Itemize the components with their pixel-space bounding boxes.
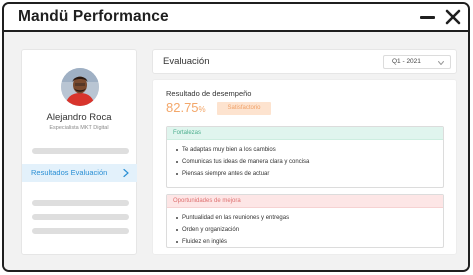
strengths-list: Te adaptas muy bien a los cambios Comuni… xyxy=(167,140,443,180)
score-value: 82.75% xyxy=(166,100,206,115)
opportunities-box: Oportunidades de mejora Puntualidad en l… xyxy=(166,194,444,248)
strengths-title: Fortalezas xyxy=(167,127,443,140)
title-bar: Mandü Performance xyxy=(4,4,468,32)
list-item: Comunicas tus ideas de manera clara y co… xyxy=(176,156,443,168)
app-title: Mandü Performance xyxy=(18,8,169,25)
sidebar-item-label: Resultados Evaluación xyxy=(31,168,108,177)
period-select[interactable]: Q1 - 2021 xyxy=(383,55,451,69)
sidebar: Alejandro Roca Especialista MKT Digital … xyxy=(21,49,137,255)
list-item: Te adaptas muy bien a los cambios xyxy=(176,144,443,156)
score-unit: % xyxy=(198,105,206,114)
score-number: 82.75 xyxy=(166,100,199,115)
skeleton-nav-item xyxy=(32,200,129,206)
evaluation-card: Resultado de desempeño 82.75% Satisfacto… xyxy=(152,79,457,255)
list-item: Orden y organización xyxy=(176,224,443,236)
strengths-box: Fortalezas Te adaptas muy bien a los cam… xyxy=(166,126,444,188)
opportunities-list: Puntualidad en las reuniones y entregas … xyxy=(167,208,443,248)
minimize-button[interactable] xyxy=(420,15,436,20)
app-window: Mandü Performance Alejandro Roca Especia… xyxy=(2,2,470,272)
main-panel: Evaluación Q1 - 2021 Resultado de desemp… xyxy=(152,49,457,255)
close-button[interactable] xyxy=(445,9,461,25)
skeleton-nav-item xyxy=(32,148,129,154)
close-icon xyxy=(445,9,461,25)
avatar-image xyxy=(61,68,99,106)
chevron-down-icon xyxy=(438,61,444,65)
page-title: Evaluación xyxy=(163,56,210,67)
opportunities-title: Oportunidades de mejora xyxy=(167,195,443,208)
content-area: Alejandro Roca Especialista MKT Digital … xyxy=(4,32,468,270)
main-header: Evaluación Q1 - 2021 xyxy=(152,49,457,74)
skeleton-nav-item xyxy=(32,228,129,234)
chevron-right-icon xyxy=(123,168,129,178)
list-item: Puntualidad en las reuniones y entregas xyxy=(176,212,443,224)
sidebar-item-resultados-evaluacion[interactable]: Resultados Evaluación xyxy=(22,164,137,182)
skeleton-nav-item xyxy=(32,214,129,220)
list-item: Piensas siempre antes de actuar xyxy=(176,168,443,180)
list-item: Fluidez en inglés xyxy=(176,236,443,248)
user-role: Especialista MKT Digital xyxy=(49,125,109,131)
avatar xyxy=(61,68,99,106)
result-label: Resultado de desempeño xyxy=(166,89,252,98)
status-badge: Satisfactorio xyxy=(217,102,271,115)
user-name: Alejandro Roca xyxy=(46,112,112,123)
period-select-value: Q1 - 2021 xyxy=(392,58,421,65)
